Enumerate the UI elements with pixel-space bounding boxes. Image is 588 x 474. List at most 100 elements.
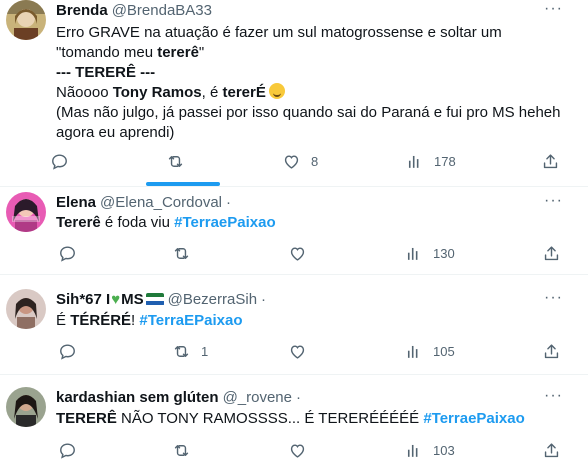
- display-name-tail[interactable]: MS: [121, 291, 144, 308]
- like-button[interactable]: [288, 244, 317, 263]
- action-bar: 8 178: [0, 152, 588, 176]
- text-span: tererÉ: [222, 84, 266, 101]
- views-button[interactable]: 130: [404, 244, 455, 263]
- tweet-line: (Mas não julgo, já passei por isso quand…: [56, 104, 561, 121]
- avatar[interactable]: [6, 192, 46, 232]
- views-count: 103: [433, 443, 455, 458]
- user-handle[interactable]: @_rovene: [223, 389, 292, 406]
- tweet-line: TERERÊ NÃO TONY RAMOSSSS... É TERERÉÉÉÉÉ…: [56, 409, 566, 429]
- separator-dot: ·: [226, 193, 231, 211]
- tweet-header: Sih*67 I ♥ MS @BezerraSih ·: [56, 289, 266, 309]
- reply-icon: [60, 246, 75, 262]
- display-name[interactable]: Sih*67 I: [56, 291, 110, 308]
- like-button[interactable]: [288, 441, 317, 460]
- retweet-icon: [174, 445, 189, 456]
- text-span: NÃO TONY RAMOSSSS... É TERERÉÉÉÉÉ: [116, 410, 424, 427]
- tweet-line: agora eu aprendi): [56, 124, 175, 141]
- retweet-icon: [174, 346, 189, 357]
- views-count: 105: [433, 344, 455, 359]
- user-handle[interactable]: @BrendaBA33: [112, 2, 212, 19]
- heart-icon: [290, 345, 305, 359]
- text-span: ": [198, 44, 205, 61]
- share-icon: [544, 246, 559, 261]
- text-span: TÉRÉRÉ: [70, 312, 132, 329]
- tweet-text: Erro GRAVE na atuação é fazer um sul mat…: [56, 23, 566, 143]
- user-handle[interactable]: @BezerraSih: [168, 291, 257, 308]
- more-icon[interactable]: ···: [544, 1, 562, 20]
- hashtag-link[interactable]: #TerraePaixao: [174, 214, 275, 231]
- display-name[interactable]: Elena: [56, 194, 96, 211]
- views-icon: [407, 444, 418, 457]
- views-icon: [407, 247, 418, 260]
- share-button[interactable]: [541, 152, 560, 171]
- display-name[interactable]: Brenda: [56, 2, 108, 19]
- share-button[interactable]: [542, 342, 561, 361]
- tweet-line: Tererê é foda viu #TerraePaixao: [56, 213, 566, 233]
- retweet-button[interactable]: 1: [172, 342, 208, 361]
- separator-dot: ·: [261, 290, 267, 308]
- like-count: 8: [311, 154, 319, 169]
- avatar[interactable]: [6, 0, 46, 40]
- tweet-text: É TÉRÉRÉ! #TerraEPaixao: [56, 311, 566, 331]
- avatar[interactable]: [6, 387, 46, 427]
- tweet-line: "tomando meu tererê": [56, 43, 566, 63]
- display-name[interactable]: kardashian sem glúten: [56, 389, 219, 406]
- text-span: "tomando meu: [56, 44, 158, 61]
- reply-icon: [60, 443, 75, 459]
- tweet-rovene[interactable]: kardashian sem glúten @_rovene · ··· TER…: [0, 375, 588, 474]
- views-button[interactable]: 178: [405, 152, 456, 171]
- views-count: 178: [434, 154, 456, 169]
- share-icon: [543, 154, 558, 169]
- avatar[interactable]: [6, 289, 46, 329]
- tweet-bezerrasih[interactable]: Sih*67 I ♥ MS @BezerraSih · ··· É TÉRÉRÉ…: [0, 275, 588, 375]
- reply-icon: [60, 344, 75, 360]
- tweet-elena[interactable]: Elena @Elena_Cordoval · ··· Tererê é fod…: [0, 187, 588, 275]
- reply-button[interactable]: [58, 244, 87, 263]
- reply-icon: [52, 154, 67, 170]
- text-span: Tererê: [56, 214, 101, 231]
- text-span: tererê: [157, 44, 199, 61]
- relieved-face-emoji: [268, 83, 285, 99]
- tweet-brenda[interactable]: Brenda @BrendaBA33 ··· Erro GRAVE na atu…: [0, 0, 588, 187]
- like-button[interactable]: [288, 342, 317, 361]
- tweet-line: É TÉRÉRÉ! #TerraEPaixao: [56, 311, 566, 331]
- retweet-icon: [168, 156, 183, 167]
- more-icon[interactable]: ···: [544, 193, 562, 212]
- retweet-button[interactable]: [172, 441, 201, 460]
- retweet-button[interactable]: [172, 244, 201, 263]
- separator-dot: ·: [296, 388, 301, 406]
- tweet-text: TERERÊ NÃO TONY RAMOSSSS... É TERERÉÉÉÉÉ…: [56, 409, 566, 429]
- tweet-line: Nãoooo Tony Ramos, é tererÉ: [56, 83, 566, 103]
- user-handle[interactable]: @Elena_Cordoval: [100, 194, 222, 211]
- tweet-line: --- TERERÊ ---: [56, 64, 156, 81]
- more-icon[interactable]: ···: [544, 388, 562, 407]
- action-bar: 130: [0, 244, 588, 268]
- more-icon[interactable]: ···: [544, 290, 562, 309]
- ms-flag-emoji: [145, 292, 164, 306]
- reply-button[interactable]: [50, 152, 79, 171]
- share-icon: [544, 344, 559, 359]
- text-span: Nãoooo: [56, 84, 113, 101]
- share-button[interactable]: [542, 244, 561, 263]
- views-count: 130: [433, 246, 455, 261]
- action-bar: 1 105: [0, 342, 588, 366]
- reply-button[interactable]: [58, 441, 87, 460]
- views-icon: [407, 345, 418, 358]
- retweet-icon: [174, 248, 189, 259]
- text-span: , é: [201, 84, 223, 101]
- share-button[interactable]: [542, 441, 561, 460]
- hashtag-link[interactable]: #TerraEPaixao: [139, 312, 242, 329]
- views-button[interactable]: 105: [404, 342, 455, 361]
- tweet-line: Erro GRAVE na atuação é fazer um sul mat…: [56, 24, 502, 41]
- tweet-text: Tererê é foda viu #TerraePaixao: [56, 213, 566, 233]
- text-span: Tony Ramos: [112, 84, 202, 101]
- action-bar: 103: [0, 441, 588, 465]
- retweet-button[interactable]: [166, 152, 195, 171]
- heart-icon: [290, 247, 305, 261]
- hashtag-link[interactable]: #TerraePaixao: [423, 410, 524, 427]
- tweet-header: Elena @Elena_Cordoval ·: [56, 192, 231, 212]
- like-button[interactable]: 8: [282, 152, 318, 171]
- views-button[interactable]: 103: [404, 441, 455, 460]
- reply-button[interactable]: [58, 342, 87, 361]
- retweet-count: 1: [201, 344, 209, 359]
